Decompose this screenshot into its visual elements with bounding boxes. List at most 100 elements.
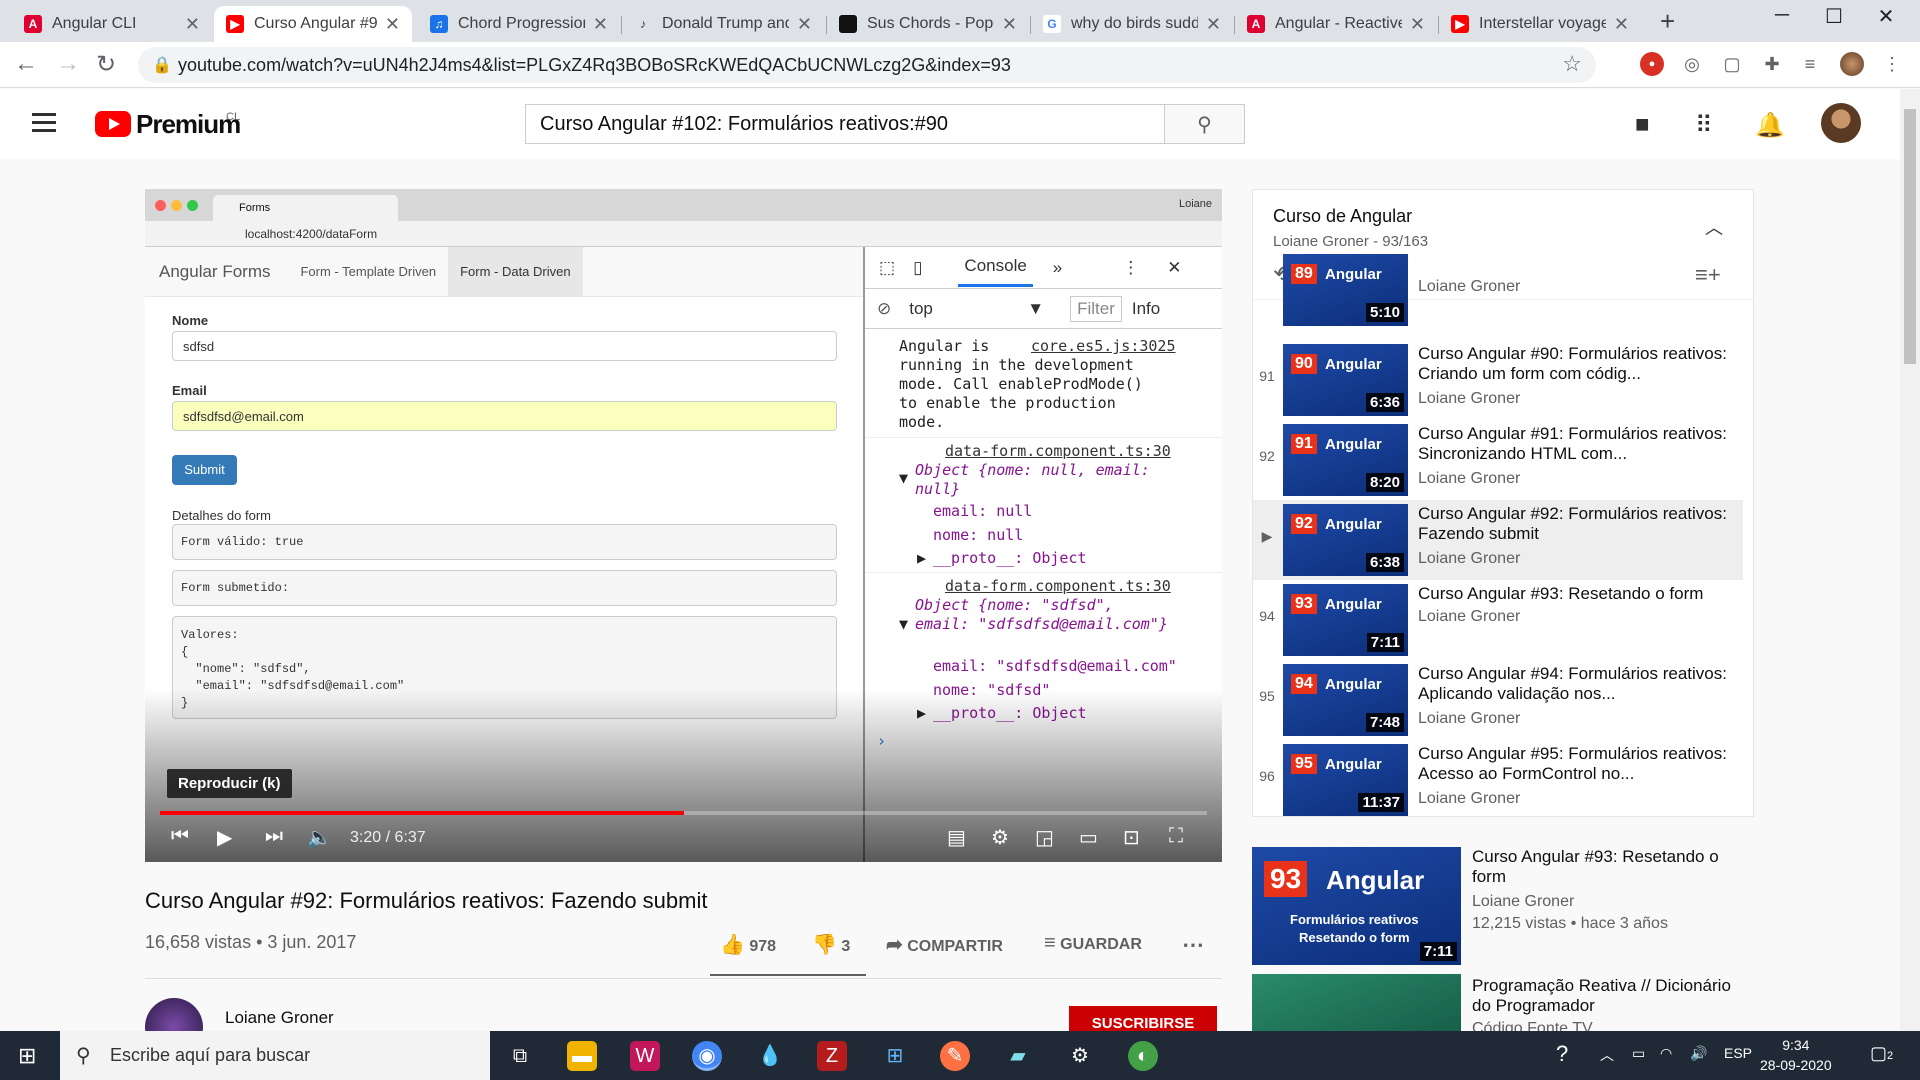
minimize-button[interactable]: ─ <box>1762 4 1802 27</box>
close-icon[interactable]: ✕ <box>1410 14 1425 35</box>
battery-icon[interactable]: ▭ <box>1632 1045 1645 1062</box>
playlist-item-title[interactable]: Curso Angular #91: Formulários reativos:… <box>1418 424 1733 464</box>
video-thumbnail[interactable]: 93 Angular Formulários reativos Resetand… <box>1252 847 1461 965</box>
settings-gear-icon[interactable]: ⚙ <box>991 825 1009 850</box>
share-button[interactable]: ➦ COMPARTIR <box>886 932 1003 957</box>
close-icon[interactable]: ✕ <box>1614 14 1629 35</box>
playlist-item[interactable]: 95 94 Angular 7:48 Curso Angular #94: Formul… <box>1253 660 1743 740</box>
language-indicator[interactable]: ESP <box>1724 1045 1752 1061</box>
account-avatar[interactable] <box>1821 103 1861 143</box>
address-bar[interactable]: 🔒 youtube.com/watch?v=uUN4h2J4ms4&list=P… <box>138 47 1596 83</box>
video-thumbnail[interactable]: 95 Angular 11:37 <box>1283 744 1408 816</box>
play-icon[interactable]: ▶ <box>217 825 232 850</box>
drop-app-icon[interactable]: 💧 <box>755 1041 785 1071</box>
playlist-item[interactable]: 91 90 Angular 6:36 Curso Angular #90: Formul… <box>1253 340 1743 420</box>
close-icon[interactable]: ✕ <box>385 14 400 35</box>
hamburger-menu-icon[interactable] <box>32 113 56 137</box>
playlist-item-title[interactable]: Curso Angular #94: Formulários reativos:… <box>1418 664 1733 704</box>
extension-icon[interactable]: ◎ <box>1680 52 1704 76</box>
close-window-button[interactable]: ✕ <box>1866 4 1906 29</box>
playlist-item-title[interactable]: Curso Angular #95: Formulários reativos:… <box>1418 744 1733 784</box>
playlist-title[interactable]: Curso de Angular <box>1273 206 1753 227</box>
browser-tab[interactable]: ♪ Donald Trump and ✕ <box>622 6 824 42</box>
menu-kebab-icon[interactable]: ⋮ <box>1880 52 1904 76</box>
browser-tab-active[interactable]: ▶ Curso Angular #92 ✕ <box>214 6 412 42</box>
browser-tab[interactable]: ♫ Chord Progression ✕ <box>418 6 620 42</box>
miniplayer-icon[interactable]: ◲ <box>1035 825 1054 850</box>
utorrent-icon[interactable]: ◐ <box>1128 1041 1158 1071</box>
recommended-item[interactable]: 93 Angular Formulários reativos Resetand… <box>1252 847 1772 967</box>
filezilla-icon[interactable]: Z <box>817 1041 847 1071</box>
cast-icon[interactable]: ⊡ <box>1123 825 1140 850</box>
video-thumbnail[interactable]: 90 Angular 6:36 <box>1283 344 1408 416</box>
browser-tab[interactable]: ▶ Interstellar voyage ✕ <box>1439 6 1641 42</box>
task-view-icon[interactable]: ⧉ <box>505 1041 535 1071</box>
chrome-icon[interactable]: ◉ <box>692 1041 722 1071</box>
close-icon[interactable]: ✕ <box>797 14 812 35</box>
forward-arrow-icon[interactable]: → <box>56 50 80 78</box>
video-thumbnail[interactable]: 91 Angular 8:20 <box>1283 424 1408 496</box>
recommended-title[interactable]: Curso Angular #93: Resetando o form <box>1472 847 1732 887</box>
close-icon[interactable]: ✕ <box>1002 14 1017 35</box>
next-icon[interactable]: ⏭ <box>265 825 283 848</box>
tray-chevron-icon[interactable]: ︿ <box>1600 1045 1614 1065</box>
new-tab-button[interactable]: + <box>1660 6 1675 37</box>
help-icon[interactable]: ? <box>1556 1041 1568 1067</box>
clock[interactable]: 9:34 28-09-2020 <box>1760 1035 1832 1075</box>
windows-start-icon[interactable]: ⊞ <box>18 1043 36 1069</box>
playlist-item[interactable]: 94 93 Angular 7:11 Curso Angular #93: Reseta… <box>1253 580 1743 660</box>
recommended-item[interactable]: Programação Reativa // Dicionário do Pro… <box>1252 974 1772 1031</box>
collapse-chevron-icon[interactable]: ︿ <box>1705 214 1723 240</box>
playlist-item-title[interactable]: Curso Angular #92: Formulários reativos:… <box>1418 504 1733 544</box>
network-app-icon[interactable]: ⊞ <box>880 1041 910 1071</box>
reload-icon[interactable]: ↻ <box>96 50 116 79</box>
playlist-item-title[interactable]: Curso Angular #93: Resetando o form <box>1418 584 1733 604</box>
video-thumbnail[interactable] <box>1252 974 1461 1031</box>
editor-app-icon[interactable]: ▰ <box>1003 1041 1033 1071</box>
playlist-item[interactable]: 96 95 Angular 11:37 Curso Angular #95: Formu… <box>1253 740 1743 816</box>
video-thumbnail[interactable]: 93 Angular 7:11 <box>1283 584 1408 656</box>
settings-gear-icon[interactable]: ⚙ <box>1065 1041 1095 1071</box>
video-thumbnail[interactable]: 92 Angular 6:38 <box>1283 504 1408 576</box>
wifi-icon[interactable]: ◠ <box>1660 1045 1672 1062</box>
taskbar-search[interactable]: ⚲ Escribe aquí para buscar <box>60 1031 490 1080</box>
subtitles-icon[interactable]: ▤ <box>947 825 966 850</box>
search-input[interactable] <box>526 105 1164 143</box>
recommended-title[interactable]: Programação Reativa // Dicionário do Pro… <box>1472 976 1732 1016</box>
notifications-bell-icon[interactable]: 🔔 <box>1755 111 1785 140</box>
media-control-icon[interactable]: ≡ <box>1798 52 1822 76</box>
dislike-button[interactable]: 👎 3 <box>812 932 850 957</box>
playlist-item[interactable]: 92 91 Angular 8:20 Curso Angular #91: Formul… <box>1253 420 1743 500</box>
search-button[interactable]: ⚲ <box>1164 105 1244 143</box>
notification-center-icon[interactable]: ▢2 <box>1870 1043 1893 1064</box>
video-player[interactable]: Forms Loiane localhost:4200/dataForm Ang… <box>145 189 1222 862</box>
save-button[interactable]: ≡ GUARDAR <box>1044 932 1142 955</box>
close-icon[interactable]: ✕ <box>1206 14 1221 35</box>
file-explorer-icon[interactable]: ▬ <box>567 1041 597 1071</box>
profile-avatar[interactable] <box>1840 52 1864 76</box>
premium-logo-text[interactable]: Premium <box>136 109 241 140</box>
fullscreen-icon[interactable]: ⛶ <box>1169 825 1183 848</box>
puzzle-icon[interactable]: ✚ <box>1760 52 1784 76</box>
webstorm-icon[interactable]: W <box>630 1041 660 1071</box>
youtube-logo-icon[interactable] <box>95 111 131 137</box>
video-thumbnail[interactable]: 89 Angular 5:10 <box>1283 254 1408 326</box>
close-icon[interactable]: ✕ <box>185 14 200 35</box>
browser-tab[interactable]: A Angular CLI ✕ <box>12 6 212 42</box>
browser-tab[interactable]: Gwhy do birds sudd ✕ <box>1031 6 1233 42</box>
volume-icon[interactable]: 🔈 <box>307 825 332 850</box>
compass-app-icon[interactable]: ✎ <box>940 1041 970 1071</box>
bookmark-star-icon[interactable]: ☆ <box>1562 51 1582 77</box>
page-scrollbar[interactable] <box>1900 89 1920 1031</box>
more-actions-icon[interactable]: ⋯ <box>1182 932 1204 958</box>
theater-mode-icon[interactable]: ▭ <box>1079 825 1098 850</box>
channel-name[interactable]: Loiane Groner <box>225 1008 334 1028</box>
browser-tab[interactable]: Sus Chords - Popg ✕ <box>827 6 1029 42</box>
close-icon[interactable]: ✕ <box>593 14 608 35</box>
volume-icon[interactable]: 🔊 <box>1690 1045 1707 1062</box>
extension-icon[interactable]: ● <box>1640 52 1664 76</box>
progress-bar[interactable] <box>160 811 1207 815</box>
playlist-item[interactable]: 89 Angular 5:10 Loiane Groner <box>1253 250 1743 326</box>
previous-icon[interactable]: ⏮ <box>171 825 189 848</box>
browser-tab[interactable]: A Angular - Reactive ✕ <box>1235 6 1437 42</box>
